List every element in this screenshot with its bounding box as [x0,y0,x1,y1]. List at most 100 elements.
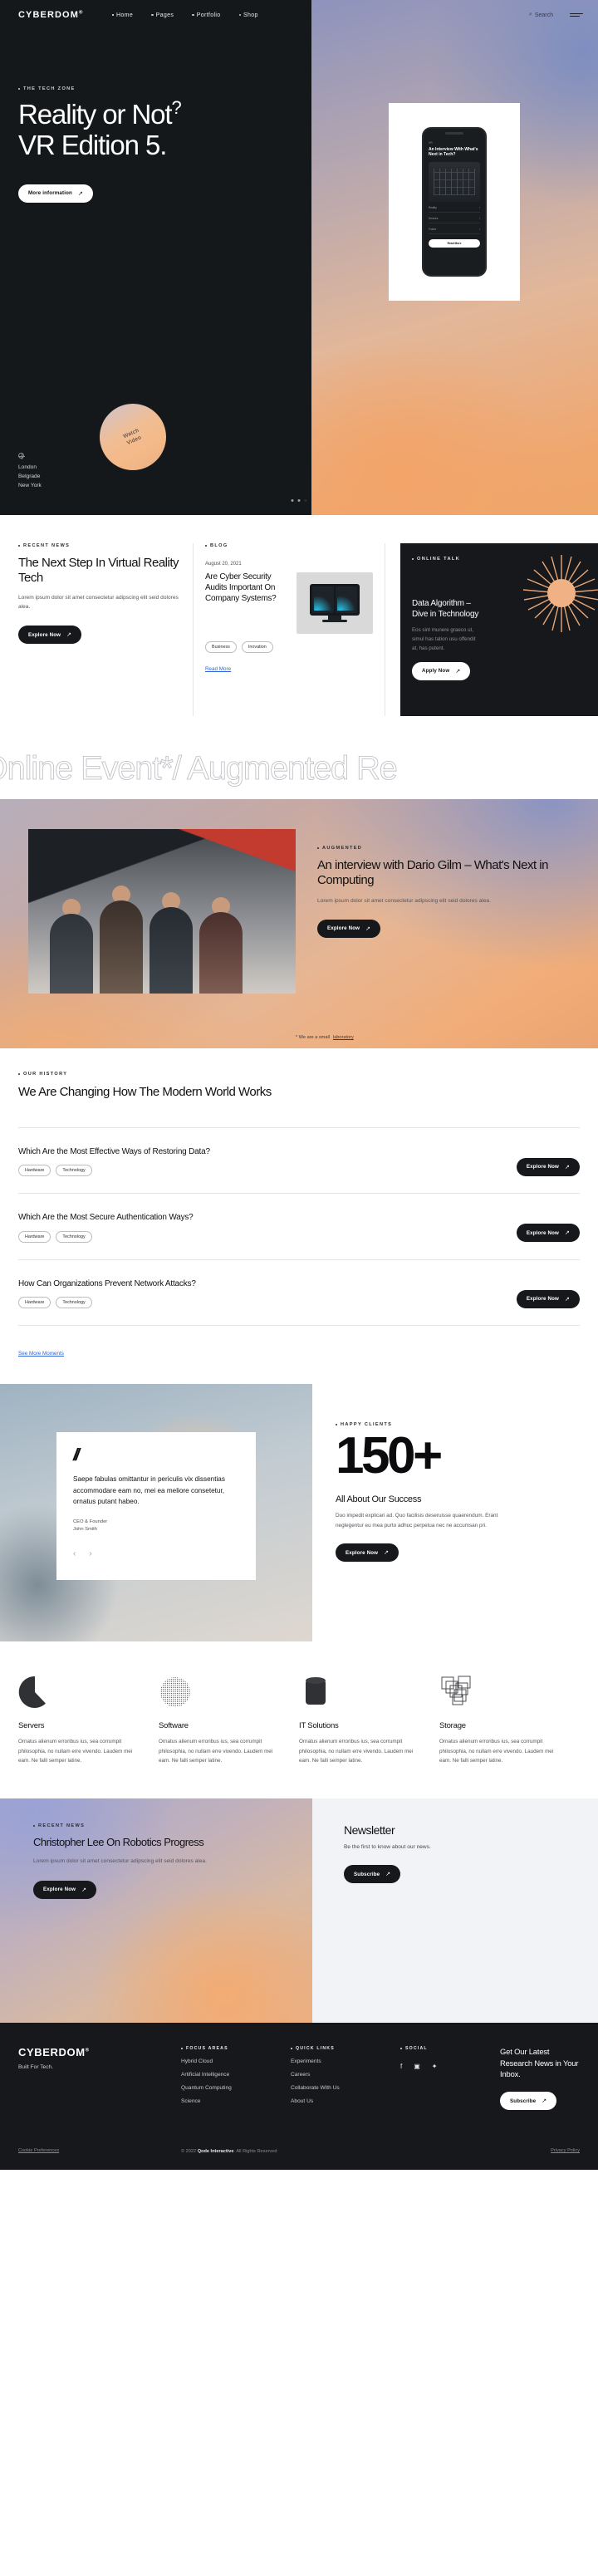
history-item-title: How Can Organizations Prevent Network At… [18,1278,196,1288]
twitter-icon[interactable]: ✦ [432,2063,438,2070]
footer-link-experiments[interactable]: Experiments [291,2058,400,2064]
watch-video-button[interactable]: Watch Video [100,404,166,470]
history-item[interactable]: Which Are the Most Secure Authentication… [18,1193,580,1259]
testimonial-card: // Saepe fabulas omittantur in periculis… [56,1432,256,1580]
button-label: Explore Now [526,1296,559,1303]
history-item[interactable]: Which Are the Most Effective Ways of Res… [18,1126,580,1194]
explore-now-button[interactable]: Explore Now ↗ [336,1543,399,1563]
explore-now-button[interactable]: Explore Now ↗ [33,1880,97,1899]
recent-news-eyebrow: RECENT NEWS [18,543,181,548]
chevron-right-icon[interactable]: › [89,1549,91,1558]
button-label: Explore Now [43,1887,76,1893]
tag-business[interactable]: Business [205,641,237,653]
laboratory-link[interactable]: laboratory [333,1035,354,1040]
arrow-up-right-icon: ↗ [385,1872,391,1878]
footer-column-heading: QUICK LINKS [291,2046,400,2051]
more-information-button[interactable]: More information ↗ [18,184,93,203]
chevron-right-icon: › [478,205,480,209]
see-more-moments-link[interactable]: See More Moments [18,1351,64,1357]
social-links: f ▣ ✦ [400,2063,493,2070]
hero-slider-dots[interactable] [291,499,307,502]
recent-news-body: Lorem ipsum dolor sit amet consectetur a… [18,595,179,611]
bullet-icon [291,2048,292,2050]
interview-eyebrow: AUGMENTED [317,846,566,851]
slider-dot[interactable] [291,499,294,502]
person-body [100,900,143,994]
hamburger-icon[interactable] [570,12,583,17]
footer-link-artificial-intelligence[interactable]: Artificial Intelligence [181,2072,291,2078]
nav-item-label: Pages [155,12,174,18]
facebook-icon[interactable]: f [400,2063,402,2070]
tag-inovation[interactable]: Inovation [241,641,273,653]
subscribe-button[interactable]: Subscribe ↗ [344,1865,401,1884]
tag-technology[interactable]: Technology [56,1165,92,1177]
blog-card[interactable]: Are Cyber Security Audits Important On C… [205,572,373,634]
cookie-preferences-link[interactable]: Cookie Preferences [18,2148,59,2153]
nav-item-home[interactable]: Home [111,12,134,18]
footer-link-careers[interactable]: Careers [291,2072,400,2078]
hero-locations: London Belgrade New York [18,453,42,491]
nav-item-label: Home [116,12,134,18]
explore-now-button[interactable]: Explore Now ↗ [516,1289,580,1308]
person-body [50,914,93,994]
tag-hardware[interactable]: Hardware [18,1297,51,1309]
footer-tagline: Built For Tech. [18,2064,54,2071]
explore-now-button[interactable]: Explore Now ↗ [18,626,82,645]
explore-now-button[interactable]: Explore Now ↗ [516,1157,580,1176]
slider-dot[interactable] [297,499,301,502]
page-root: CYBERDOM® Home Pages Portfolio Shop ⌕ Se… [0,0,598,2170]
newsletter-body: Be the first to know about our news. [344,1844,431,1851]
tag-technology[interactable]: Technology [56,1297,92,1309]
footer-social-column: SOCIAL f ▣ ✦ [400,2046,493,2110]
privacy-policy-link[interactable]: Privacy Policy [551,2148,580,2153]
history-item-main: How Can Organizations Prevent Network At… [18,1278,517,1309]
recent-newsletter-section: RECENT NEWS Christopher Lee On Robotics … [0,1798,598,2024]
apply-now-button[interactable]: Apply Now ↗ [412,661,471,680]
person-body [150,907,193,994]
bullet-icon [412,558,414,560]
arrow-up-right-icon: ↗ [564,1230,570,1237]
arrow-up-right-icon: ↗ [365,925,371,932]
stats-body: Duo impedit explicari ad. Quo facilisis … [336,1513,498,1528]
newsletter-title: Newsletter [344,1823,395,1838]
dotted-sphere-icon [159,1671,284,1710]
search-button[interactable]: ⌕ Search [529,12,553,18]
footer-cta-column: Get Our Latest Research News in Your Inb… [493,2046,580,2111]
explore-now-button[interactable]: Explore Now ↗ [317,919,381,938]
footer-logo[interactable]: CYBERDOM® [18,2046,181,2058]
phone-row: Reality › [429,206,480,213]
tag-hardware[interactable]: Hardware [18,1230,51,1243]
nav-item-portfolio[interactable]: Portfolio [192,12,220,18]
explore-now-button[interactable]: Explore Now ↗ [516,1224,580,1243]
person-body [199,912,243,994]
footer-link-about-us[interactable]: About Us [291,2098,400,2104]
history-item[interactable]: How Can Organizations Prevent Network At… [18,1259,580,1327]
instagram-icon[interactable]: ▣ [414,2063,420,2070]
arrow-up-right-icon: ↗ [81,1887,87,1893]
footer-link-science[interactable]: Science [181,2098,291,2104]
footer-legal-links: Privacy Policy [551,2148,580,2156]
tag-hardware[interactable]: Hardware [18,1165,51,1177]
copyright-brand: Qode Interactive [197,2149,234,2155]
phone-read-more-button[interactable]: Read More [429,238,480,248]
stacked-squares-icon [439,1671,565,1710]
footer-link-collaborate[interactable]: Collaborate With Us [291,2085,400,2091]
chevron-left-icon[interactable]: ‹ [73,1549,76,1558]
services-section: Servers Ornatus alienum erroribus ius, s… [0,1641,598,1799]
nav-item-pages[interactable]: Pages [151,12,174,18]
slider-dot-active[interactable] [304,499,307,502]
footer-link-quantum-computing[interactable]: Quantum Computing [181,2085,291,2091]
nav-item-shop[interactable]: Shop [238,12,258,18]
service-body: Ornatus alienum erroribus ius, sea corru… [299,1739,414,1764]
logo[interactable]: CYBERDOM® [18,10,84,20]
read-more-link[interactable]: Read More [205,666,231,672]
footer-link-hybrid-cloud[interactable]: Hybrid Cloud [181,2058,291,2064]
tag-technology[interactable]: Technology [56,1230,92,1243]
sunburst-icon [522,555,598,632]
testimonial-photo-panel: // Saepe fabulas omittantur in periculis… [0,1384,312,1642]
phone-eyebrow: VR [429,141,434,145]
footer-brand-column: CYBERDOM® Built For Tech. [18,2046,181,2110]
footer-subscribe-button[interactable]: Subscribe ↗ [500,2092,557,2111]
bullet-icon [238,13,242,17]
top-navigation-bar: CYBERDOM® Home Pages Portfolio Shop ⌕ Se… [0,0,598,30]
